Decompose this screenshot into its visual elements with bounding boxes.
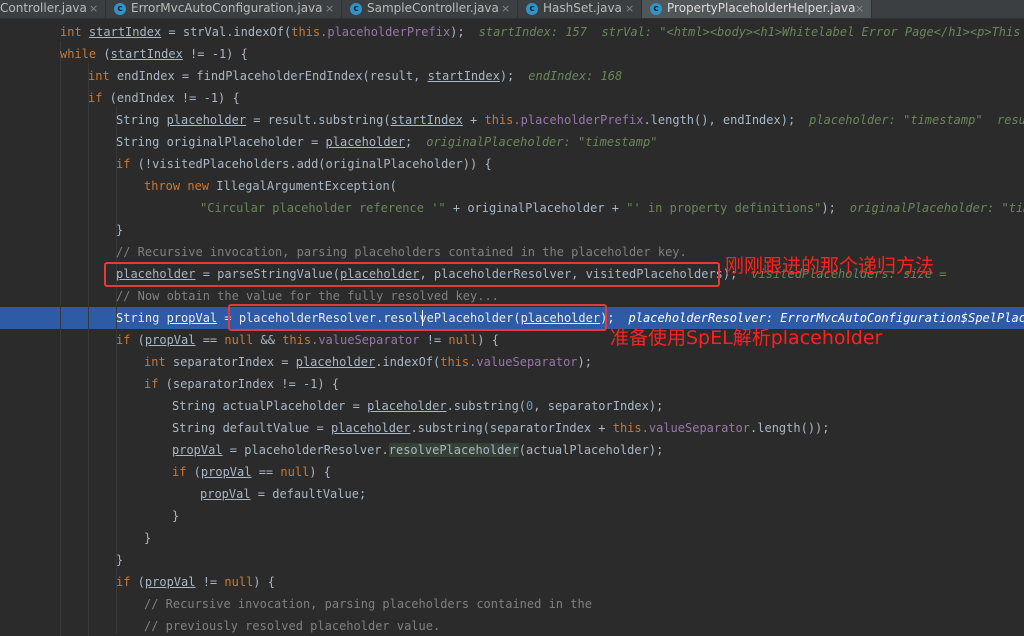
tab-hashset[interactable]: c HashSet.java × xyxy=(518,0,642,18)
close-tab-icon[interactable]: × xyxy=(855,0,864,17)
annotation-box-resolve-placeholder xyxy=(228,304,607,331)
editor-tab-bar: Controller.java × c ErrorMvcAutoConfigur… xyxy=(0,0,1024,19)
code-line: String defaultValue = placeholder.substr… xyxy=(172,421,830,435)
close-tab-icon[interactable]: × xyxy=(325,0,334,17)
indent-guide xyxy=(88,63,89,636)
tab-label: ErrorMvcAutoConfiguration.java xyxy=(131,1,323,15)
code-line: } xyxy=(172,509,180,523)
inline-debug-value: originalPlaceholder: "timestamp" xyxy=(426,135,658,149)
annotation-box-recursive-call xyxy=(104,262,720,287)
code-line: "Circular placeholder reference '" + ori… xyxy=(200,197,1024,219)
code-line: int separatorIndex = placeholder.indexOf… xyxy=(144,355,592,369)
close-tab-icon[interactable]: × xyxy=(501,0,510,17)
code-line: propVal = defaultValue; xyxy=(200,487,367,501)
code-comment: // Recursive invocation, parsing placeho… xyxy=(144,597,592,611)
code-line: } xyxy=(116,223,124,237)
code-comment: // previously resolved placeholder value… xyxy=(144,619,441,633)
code-line: if (endIndex != -1) { xyxy=(88,91,240,105)
code-line: if (!visitedPlaceholders.add(originalPla… xyxy=(116,157,492,171)
inline-debug-value: startIndex: 157 strVal: "<html><body><h1… xyxy=(478,25,1024,39)
code-line: if (propVal == null) { xyxy=(172,465,331,479)
code-line: String placeholder = result.substring(st… xyxy=(116,109,1024,131)
tab-propertyplaceholderhelper[interactable]: c PropertyPlaceholderHelper.java × xyxy=(642,0,872,18)
tab-errormvcautoconfiguration[interactable]: c ErrorMvcAutoConfiguration.java × xyxy=(106,0,342,18)
tab-label: PropertyPlaceholderHelper.java xyxy=(667,1,856,15)
code-editor[interactable]: int startIndex = strVal.indexOf(this.pla… xyxy=(0,19,1024,636)
tab-label: SampleController.java xyxy=(367,1,499,15)
code-line: propVal = placeholderResolver.resolvePla… xyxy=(172,443,664,457)
class-icon: c xyxy=(650,3,662,15)
inline-debug-value: originalPlaceholder: "timest xyxy=(849,201,1024,215)
code-line: if (separatorIndex != -1) { xyxy=(144,377,340,391)
code-line: if (propVal != null) { xyxy=(116,575,275,589)
tab-label: HashSet.java xyxy=(543,1,622,15)
code-line: if (propVal == null && this.valueSeparat… xyxy=(116,333,499,347)
ide-window: Controller.java × c ErrorMvcAutoConfigur… xyxy=(0,0,1024,636)
close-tab-icon[interactable]: × xyxy=(89,0,98,17)
close-tab-icon[interactable]: × xyxy=(625,0,634,17)
code-line: int startIndex = strVal.indexOf(this.pla… xyxy=(60,21,1024,43)
annotation-spel-note: 准备使用SpEL解析placeholder xyxy=(610,327,883,349)
inline-debug-value: placeholder: "timestamp" result: xyxy=(809,113,1024,127)
code-line: String originalPlaceholder = placeholder… xyxy=(116,135,658,149)
class-icon: c xyxy=(350,3,362,15)
code-line: while (startIndex != -1) { xyxy=(60,47,248,61)
code-comment: // Recursive invocation, parsing placeho… xyxy=(116,245,687,259)
inline-debug-value: placeholderResolver: ErrorMvcAutoConfigu… xyxy=(628,311,1024,325)
code-line: } xyxy=(144,531,152,545)
code-line: String actualPlaceholder = placeholder.s… xyxy=(172,399,664,413)
tab-label: Controller.java xyxy=(0,1,87,15)
inline-debug-value: endIndex: 168 xyxy=(528,69,623,83)
indent-guide xyxy=(60,41,61,636)
code-line: throw new IllegalArgumentException( xyxy=(144,179,397,193)
code-line: } xyxy=(116,553,124,567)
annotation-recursion-note: 刚刚跟进的那个递归方法 xyxy=(725,255,935,277)
tab-samplecontroller[interactable]: c SampleController.java × xyxy=(342,0,518,18)
class-icon: c xyxy=(114,3,126,15)
code-line: int endIndex = findPlaceholderEndIndex(r… xyxy=(88,69,623,83)
class-icon: c xyxy=(526,3,538,15)
tab-controller[interactable]: Controller.java × xyxy=(0,0,106,18)
